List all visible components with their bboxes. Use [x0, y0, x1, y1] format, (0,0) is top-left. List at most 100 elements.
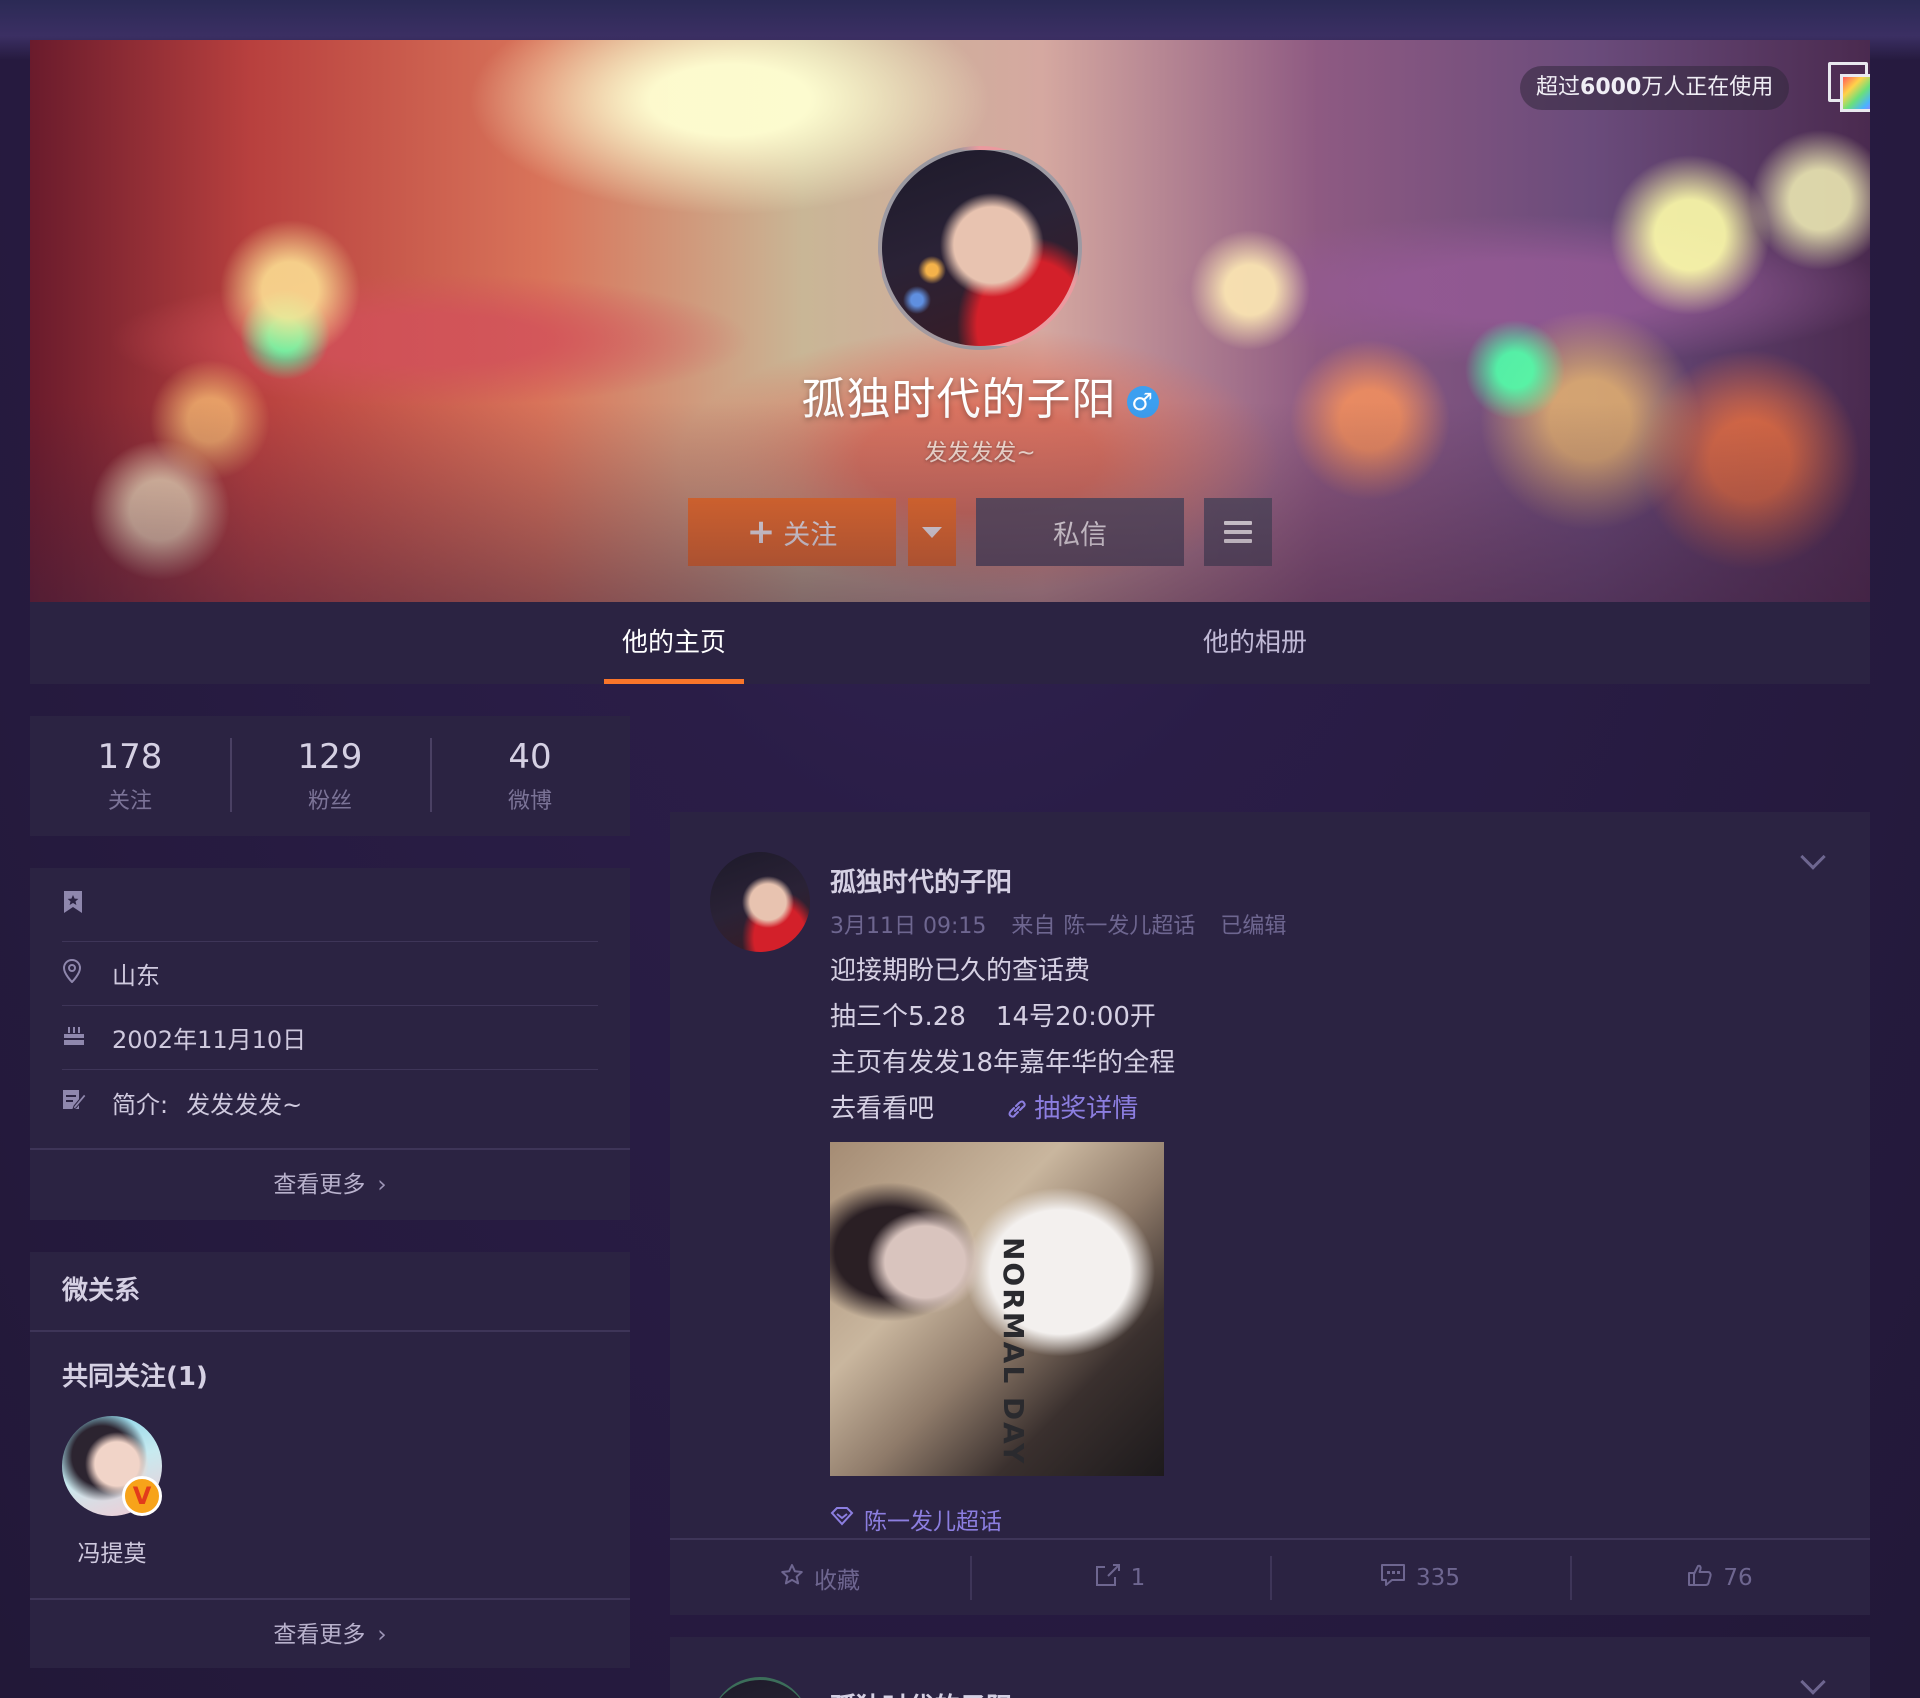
feed-line-part: 去看看吧 [830, 1094, 935, 1124]
like-button[interactable]: 76 [1570, 1540, 1870, 1615]
info-row-birthday: 2002年11月10日 [62, 1006, 598, 1070]
divider [30, 1330, 630, 1332]
profile-name-text: 孤独时代的子阳 [801, 374, 1117, 425]
info-row-location: 山东 [62, 942, 598, 1006]
users-count-badge: 超过6000万人正在使用 [1520, 66, 1790, 110]
users-badge-count: 6000 [1580, 75, 1642, 100]
feed-source-prefix: 来自 [1011, 914, 1056, 939]
users-badge-prefix: 超过 [1536, 75, 1581, 100]
feed-line: 主页有发发18年嘉年华的全程 [830, 1048, 1176, 1078]
relations-card: 微关系 共同关注(1) V 冯提莫 查看更多 › [30, 1252, 630, 1668]
feed-meta: 3月11日 09:15 来自 陈一发儿超话 已编辑 [830, 908, 1286, 940]
feed-line-part: 14号20:00开 [995, 1002, 1156, 1032]
stat-posts[interactable]: 40 微博 [430, 716, 630, 836]
stat-label: 粉丝 [307, 789, 352, 814]
male-icon: ♂ [1126, 386, 1159, 418]
thumbs-up-icon [1687, 1563, 1713, 1593]
star-icon [780, 1563, 804, 1593]
profile-name: 孤独时代的子阳 ♂ [30, 363, 1870, 427]
common-follow-label: 共同关注(1) [62, 1362, 208, 1392]
follow-button-label: 关注 [783, 519, 838, 551]
feed-image-shirt-text: NORMAL DAY [997, 1237, 1030, 1466]
intro-value: 发发发发~ [186, 1090, 303, 1119]
location-pin-icon [62, 958, 112, 989]
feed-edited: 已编辑 [1220, 914, 1287, 939]
feed-line: 去看看吧 抽奖详情 [830, 1086, 1175, 1132]
info-more-link[interactable]: 查看更多 › [30, 1148, 630, 1218]
share-icon [1095, 1563, 1121, 1593]
like-count: 76 [1723, 1564, 1753, 1591]
plus-icon: + [746, 512, 776, 552]
birthday-value: 2002年11月10日 [112, 1026, 307, 1054]
tab-home[interactable]: 他的主页 [604, 602, 744, 684]
chevron-down-icon[interactable] [1800, 1669, 1826, 1695]
profile-avatar[interactable] [878, 146, 1082, 350]
follow-dropdown-button[interactable] [908, 498, 956, 566]
chevron-right-icon: › [377, 1622, 387, 1648]
feed-avatar[interactable] [710, 1677, 810, 1698]
chevron-down-icon[interactable] [1800, 844, 1826, 870]
follow-button[interactable]: + 关注 [688, 498, 896, 566]
profile-tabbar: 他的主页 他的相册 [30, 602, 1870, 684]
repost-button[interactable]: 1 [970, 1540, 1270, 1615]
comment-count: 335 [1416, 1564, 1460, 1591]
feed-username[interactable]: 孤独时代的子阳 [830, 862, 1012, 899]
location-value: 山东 [112, 962, 160, 990]
feed-actions: 收藏 1 335 76 [670, 1538, 1870, 1615]
feed-image[interactable]: NORMAL DAY [830, 1142, 1164, 1476]
message-button[interactable]: 私信 [976, 498, 1184, 566]
feed-topic-link[interactable]: 陈一发儿超话 [830, 1502, 1002, 1536]
profile-bio: 发发发发~ [924, 440, 1036, 466]
lottery-link-label: 抽奖详情 [1034, 1094, 1139, 1124]
feed-source[interactable]: 陈一发儿超话 [1063, 914, 1195, 939]
favorite-button[interactable]: 收藏 [670, 1540, 970, 1615]
verified-badge-icon: V [122, 1476, 162, 1516]
info-more-label: 查看更多 [273, 1172, 366, 1198]
profile-info-card: 山东 2002年11月10日 简介: 发发发发~ 查看更多 › [30, 868, 630, 1220]
profile-banner: 超过6000万人正在使用 孤独时代的子阳 ♂ 发发发发~ + 关注 私信 [30, 40, 1870, 602]
stat-label: 微博 [507, 789, 552, 814]
feed-line-part: 抽三个5.28 [830, 1002, 966, 1032]
feed-avatar[interactable] [710, 852, 810, 952]
intro-key: 简介: [112, 1090, 169, 1119]
feed-username[interactable]: 孤独时代的子阳 [830, 1687, 1012, 1698]
comment-button[interactable]: 335 [1270, 1540, 1570, 1615]
repost-count: 1 [1130, 1564, 1146, 1591]
chevron-right-icon: › [377, 1172, 387, 1198]
bookmark-icon [62, 889, 112, 921]
tab-album[interactable]: 他的相册 [1125, 602, 1385, 684]
users-badge-suffix: 万人正在使用 [1641, 75, 1774, 100]
favorite-label: 收藏 [814, 1567, 860, 1594]
cake-icon [62, 1024, 112, 1052]
stat-value: 129 [297, 737, 363, 777]
menu-icon [1224, 521, 1252, 543]
info-row-badge [62, 868, 598, 942]
stat-followers[interactable]: 129 粉丝 [230, 716, 430, 836]
feed-text: 迎接期盼已久的查话费 抽三个5.28 14号20:00开 主页有发发18年嘉年华的… [830, 948, 1175, 1132]
relations-more-link[interactable]: 查看更多 › [30, 1598, 630, 1668]
info-row-intro: 简介: 发发发发~ [62, 1070, 598, 1134]
feed-line: 迎接期盼已久的查话费 [830, 956, 1091, 986]
lottery-link[interactable]: 抽奖详情 [1006, 1094, 1138, 1124]
more-menu-button[interactable] [1204, 498, 1272, 566]
feed-time[interactable]: 3月11日 09:15 [830, 914, 986, 939]
skin-icon[interactable] [1828, 62, 1870, 114]
comment-icon [1380, 1563, 1406, 1593]
caret-down-icon [922, 526, 942, 538]
stats-card: 178 关注 129 粉丝 40 微博 [30, 716, 630, 836]
link-icon [1008, 1100, 1026, 1118]
relations-title: 微关系 [62, 1276, 141, 1306]
feed-line: 抽三个5.28 14号20:00开 [830, 994, 1175, 1040]
skin-icon-fill [1840, 74, 1870, 112]
profile-actions: + 关注 私信 [688, 498, 1272, 566]
feed-card-next: 孤独时代的子阳 [670, 1637, 1870, 1698]
relations-more-label: 查看更多 [273, 1622, 366, 1648]
friend-name[interactable]: 冯提莫 [62, 1534, 162, 1568]
feed-topic-label: 陈一发儿超话 [864, 1509, 1002, 1535]
stat-value: 40 [508, 737, 552, 777]
edit-icon [62, 1088, 112, 1116]
stat-value: 178 [97, 737, 163, 777]
stat-following[interactable]: 178 关注 [30, 716, 230, 836]
feed-card: 孤独时代的子阳 3月11日 09:15 来自 陈一发儿超话 已编辑 迎接期盼已久的… [670, 812, 1870, 1615]
stat-label: 关注 [107, 789, 152, 814]
